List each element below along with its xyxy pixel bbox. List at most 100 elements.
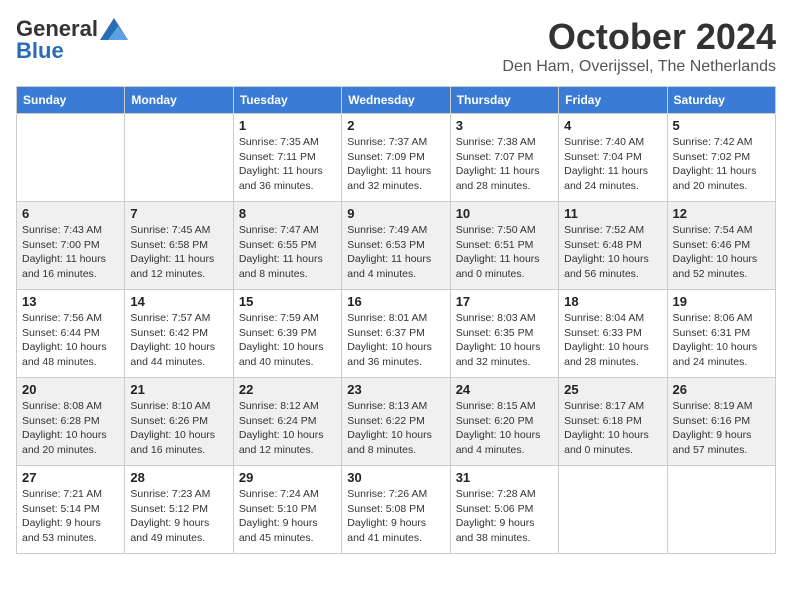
day-info: Sunrise: 8:19 AM Sunset: 6:16 PM Dayligh…: [673, 399, 770, 458]
calendar-cell: 24 Sunrise: 8:15 AM Sunset: 6:20 PM Dayli…: [450, 378, 558, 466]
day-number: 2: [347, 118, 444, 133]
day-number: 3: [456, 118, 553, 133]
calendar-cell: 13 Sunrise: 7:56 AM Sunset: 6:44 PM Dayli…: [17, 290, 125, 378]
day-number: 27: [22, 470, 119, 485]
header-wednesday: Wednesday: [342, 87, 450, 114]
day-number: 10: [456, 206, 553, 221]
calendar-cell: 22 Sunrise: 8:12 AM Sunset: 6:24 PM Dayli…: [233, 378, 341, 466]
day-info: Sunrise: 7:59 AM Sunset: 6:39 PM Dayligh…: [239, 311, 336, 370]
day-number: 1: [239, 118, 336, 133]
day-number: 12: [673, 206, 770, 221]
day-number: 13: [22, 294, 119, 309]
day-number: 8: [239, 206, 336, 221]
month-title: October 2024: [502, 16, 776, 58]
day-info: Sunrise: 7:38 AM Sunset: 7:07 PM Dayligh…: [456, 135, 553, 194]
day-number: 19: [673, 294, 770, 309]
day-number: 26: [673, 382, 770, 397]
day-info: Sunrise: 7:50 AM Sunset: 6:51 PM Dayligh…: [456, 223, 553, 282]
page-header: General Blue October 2024 Den Ham, Overi…: [16, 16, 776, 76]
day-info: Sunrise: 7:54 AM Sunset: 6:46 PM Dayligh…: [673, 223, 770, 282]
day-info: Sunrise: 8:01 AM Sunset: 6:37 PM Dayligh…: [347, 311, 444, 370]
day-number: 5: [673, 118, 770, 133]
calendar-cell: 20 Sunrise: 8:08 AM Sunset: 6:28 PM Dayli…: [17, 378, 125, 466]
calendar-header: SundayMondayTuesdayWednesdayThursdayFrid…: [17, 87, 776, 114]
day-number: 28: [130, 470, 227, 485]
week-row-3: 13 Sunrise: 7:56 AM Sunset: 6:44 PM Dayli…: [17, 290, 776, 378]
day-info: Sunrise: 7:43 AM Sunset: 7:00 PM Dayligh…: [22, 223, 119, 282]
day-info: Sunrise: 7:37 AM Sunset: 7:09 PM Dayligh…: [347, 135, 444, 194]
day-number: 18: [564, 294, 661, 309]
day-number: 17: [456, 294, 553, 309]
location: Den Ham, Overijssel, The Netherlands: [502, 58, 776, 76]
day-number: 24: [456, 382, 553, 397]
day-number: 16: [347, 294, 444, 309]
day-number: 30: [347, 470, 444, 485]
day-info: Sunrise: 8:03 AM Sunset: 6:35 PM Dayligh…: [456, 311, 553, 370]
calendar-cell: 18 Sunrise: 8:04 AM Sunset: 6:33 PM Dayli…: [559, 290, 667, 378]
header-saturday: Saturday: [667, 87, 775, 114]
calendar-cell: 6 Sunrise: 7:43 AM Sunset: 7:00 PM Daylig…: [17, 202, 125, 290]
day-info: Sunrise: 8:12 AM Sunset: 6:24 PM Dayligh…: [239, 399, 336, 458]
calendar-cell: 3 Sunrise: 7:38 AM Sunset: 7:07 PM Daylig…: [450, 114, 558, 202]
day-info: Sunrise: 8:15 AM Sunset: 6:20 PM Dayligh…: [456, 399, 553, 458]
day-number: 6: [22, 206, 119, 221]
day-info: Sunrise: 7:42 AM Sunset: 7:02 PM Dayligh…: [673, 135, 770, 194]
day-info: Sunrise: 7:35 AM Sunset: 7:11 PM Dayligh…: [239, 135, 336, 194]
day-info: Sunrise: 7:24 AM Sunset: 5:10 PM Dayligh…: [239, 487, 336, 546]
day-info: Sunrise: 7:47 AM Sunset: 6:55 PM Dayligh…: [239, 223, 336, 282]
day-number: 11: [564, 206, 661, 221]
day-number: 22: [239, 382, 336, 397]
day-number: 4: [564, 118, 661, 133]
day-number: 7: [130, 206, 227, 221]
calendar-cell: 19 Sunrise: 8:06 AM Sunset: 6:31 PM Dayli…: [667, 290, 775, 378]
calendar-cell: 8 Sunrise: 7:47 AM Sunset: 6:55 PM Daylig…: [233, 202, 341, 290]
calendar-cell: 14 Sunrise: 7:57 AM Sunset: 6:42 PM Dayli…: [125, 290, 233, 378]
day-info: Sunrise: 8:04 AM Sunset: 6:33 PM Dayligh…: [564, 311, 661, 370]
day-info: Sunrise: 7:52 AM Sunset: 6:48 PM Dayligh…: [564, 223, 661, 282]
calendar-body: 1 Sunrise: 7:35 AM Sunset: 7:11 PM Daylig…: [17, 114, 776, 554]
calendar-cell: 23Sunrise: 8:13 AM Sunset: 6:22 PM Dayli…: [342, 378, 450, 466]
calendar-table: SundayMondayTuesdayWednesdayThursdayFrid…: [16, 86, 776, 554]
logo: General Blue: [16, 16, 128, 64]
day-info: Sunrise: 7:23 AM Sunset: 5:12 PM Dayligh…: [130, 487, 227, 546]
calendar-cell: 29 Sunrise: 7:24 AM Sunset: 5:10 PM Dayli…: [233, 466, 341, 554]
header-monday: Monday: [125, 87, 233, 114]
day-number: 23: [347, 382, 444, 397]
day-info: Sunrise: 8:06 AM Sunset: 6:31 PM Dayligh…: [673, 311, 770, 370]
calendar-cell: 17 Sunrise: 8:03 AM Sunset: 6:35 PM Dayli…: [450, 290, 558, 378]
day-info: Sunrise: 7:49 AM Sunset: 6:53 PM Dayligh…: [347, 223, 444, 282]
day-number: 14: [130, 294, 227, 309]
day-number: 29: [239, 470, 336, 485]
calendar-cell: 30 Sunrise: 7:26 AM Sunset: 5:08 PM Dayli…: [342, 466, 450, 554]
day-info: Sunrise: 7:56 AM Sunset: 6:44 PM Dayligh…: [22, 311, 119, 370]
calendar-cell: 12 Sunrise: 7:54 AM Sunset: 6:46 PM Dayli…: [667, 202, 775, 290]
day-number: 21: [130, 382, 227, 397]
calendar-cell: [559, 466, 667, 554]
week-row-4: 20 Sunrise: 8:08 AM Sunset: 6:28 PM Dayli…: [17, 378, 776, 466]
calendar-cell: 16 Sunrise: 8:01 AM Sunset: 6:37 PM Dayli…: [342, 290, 450, 378]
calendar-cell: 5 Sunrise: 7:42 AM Sunset: 7:02 PM Daylig…: [667, 114, 775, 202]
day-info: Sunrise: 8:08 AM Sunset: 6:28 PM Dayligh…: [22, 399, 119, 458]
header-friday: Friday: [559, 87, 667, 114]
day-info: Sunrise: 7:26 AM Sunset: 5:08 PM Dayligh…: [347, 487, 444, 546]
day-number: 20: [22, 382, 119, 397]
calendar-cell: [667, 466, 775, 554]
day-info: Sunrise: 7:21 AM Sunset: 5:14 PM Dayligh…: [22, 487, 119, 546]
week-row-1: 1 Sunrise: 7:35 AM Sunset: 7:11 PM Daylig…: [17, 114, 776, 202]
calendar-cell: [17, 114, 125, 202]
week-row-5: 27 Sunrise: 7:21 AM Sunset: 5:14 PM Dayli…: [17, 466, 776, 554]
calendar-cell: 27 Sunrise: 7:21 AM Sunset: 5:14 PM Dayli…: [17, 466, 125, 554]
day-info: Sunrise: 7:57 AM Sunset: 6:42 PM Dayligh…: [130, 311, 227, 370]
day-info: Sunrise: 7:45 AM Sunset: 6:58 PM Dayligh…: [130, 223, 227, 282]
calendar-cell: 10 Sunrise: 7:50 AM Sunset: 6:51 PM Dayli…: [450, 202, 558, 290]
title-block: October 2024 Den Ham, Overijssel, The Ne…: [502, 16, 776, 76]
calendar-cell: 21Sunrise: 8:10 AM Sunset: 6:26 PM Dayli…: [125, 378, 233, 466]
calendar-cell: [125, 114, 233, 202]
day-info: Sunrise: 7:40 AM Sunset: 7:04 PM Dayligh…: [564, 135, 661, 194]
header-thursday: Thursday: [450, 87, 558, 114]
week-row-2: 6 Sunrise: 7:43 AM Sunset: 7:00 PM Daylig…: [17, 202, 776, 290]
day-number: 25: [564, 382, 661, 397]
calendar-cell: 28 Sunrise: 7:23 AM Sunset: 5:12 PM Dayli…: [125, 466, 233, 554]
day-number: 9: [347, 206, 444, 221]
logo-icon: [100, 18, 128, 40]
